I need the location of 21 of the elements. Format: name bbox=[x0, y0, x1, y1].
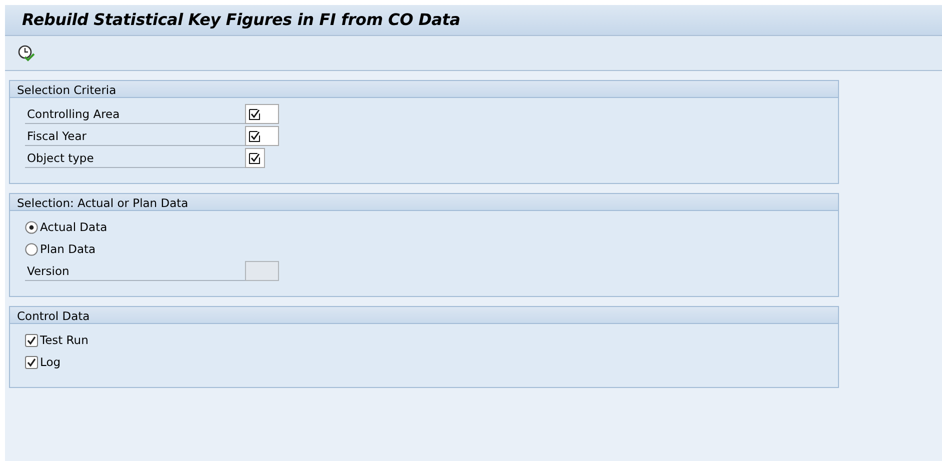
checkbox-option[interactable]: Test Run bbox=[25, 330, 88, 350]
field-label: Version bbox=[25, 262, 245, 280]
radio-button[interactable] bbox=[25, 242, 38, 256]
execute-button[interactable] bbox=[16, 43, 36, 63]
group-title: Selection Criteria bbox=[10, 81, 838, 98]
radio-button[interactable] bbox=[25, 220, 38, 234]
group-title: Selection: Actual or Plan Data bbox=[10, 194, 838, 211]
radio-option[interactable]: Actual Data bbox=[25, 217, 108, 237]
input-field[interactable] bbox=[245, 104, 279, 124]
window-title: Rebuild Statistical Key Figures in FI from CO Data bbox=[21, 9, 460, 29]
input-field[interactable] bbox=[245, 148, 265, 168]
clock-check-icon bbox=[17, 44, 35, 62]
checkbox-option[interactable]: Log bbox=[25, 352, 61, 372]
group-title: Control Data bbox=[10, 307, 838, 324]
radio-option[interactable]: Plan Data bbox=[25, 239, 96, 259]
field-label: Object type bbox=[25, 148, 245, 168]
input-field[interactable] bbox=[245, 126, 279, 146]
field-label: Controlling Area bbox=[25, 104, 245, 124]
checkbox[interactable] bbox=[25, 334, 38, 346]
field-label: Fiscal Year bbox=[25, 126, 245, 146]
checkbox[interactable] bbox=[25, 356, 38, 368]
